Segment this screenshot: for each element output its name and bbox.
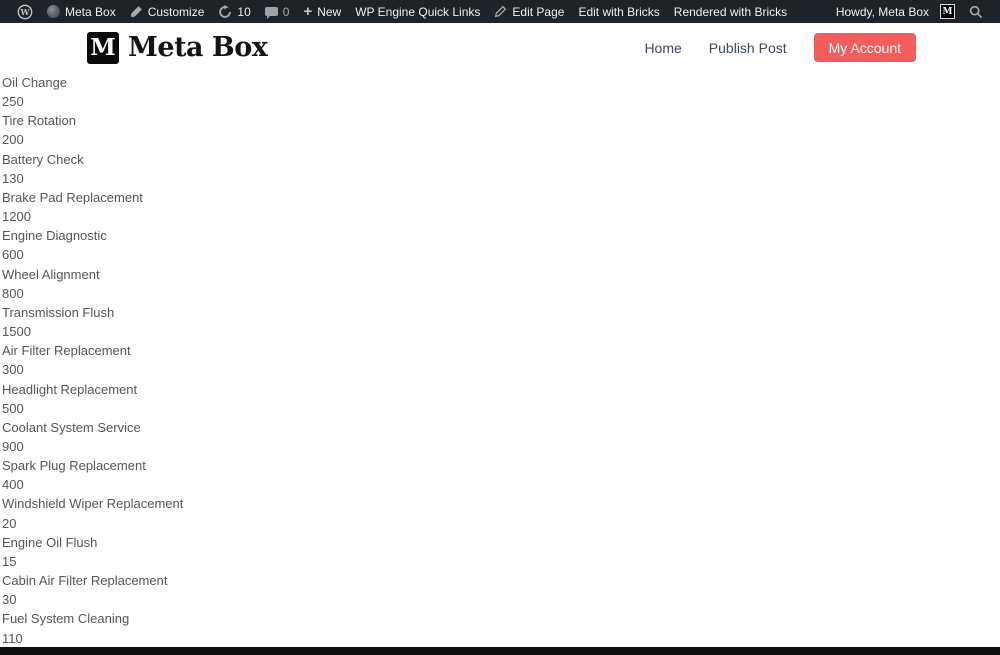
service-name: Coolant System Service <box>2 418 1000 437</box>
footer-bar <box>0 647 1000 655</box>
site-header: M Meta Box Home Publish Post My Account <box>0 23 1000 72</box>
edit-with-bricks-label: Edit with Bricks <box>578 5 659 19</box>
service-price: 800 <box>2 284 1000 303</box>
edit-page-menu[interactable]: Edit Page <box>487 0 571 23</box>
updates-count: 10 <box>237 5 250 19</box>
logo-text: Meta Box <box>128 32 267 63</box>
wordpress-logo-icon: W <box>17 4 33 20</box>
service-price: 30 <box>2 590 1000 609</box>
comments-count: 0 <box>283 5 290 19</box>
service-name: Engine Oil Flush <box>2 533 1000 552</box>
wp-admin-bar: W Meta Box Customize 10 0 + New W <box>0 0 1000 23</box>
customize-menu[interactable]: Customize <box>123 0 212 23</box>
site-name-label: Meta Box <box>65 5 116 19</box>
update-arrows-icon <box>218 5 232 19</box>
svg-text:W: W <box>20 6 31 16</box>
service-price: 250 <box>2 92 1000 111</box>
site-favicon-icon <box>47 5 60 18</box>
admin-search-button[interactable] <box>962 5 990 19</box>
rendered-with-bricks-label: Rendered with Bricks <box>674 5 787 19</box>
services-list: Oil Change250Tire Rotation200Battery Che… <box>0 72 1000 647</box>
service-price: 15 <box>2 552 1000 571</box>
search-icon <box>969 5 983 19</box>
service-name: Transmission Flush <box>2 303 1000 322</box>
service-name: Air Filter Replacement <box>2 341 1000 360</box>
service-name: Fuel System Cleaning <box>2 609 1000 628</box>
service-name: Windshield Wiper Replacement <box>2 494 1000 513</box>
rendered-with-bricks-menu[interactable]: Rendered with Bricks <box>667 0 794 23</box>
edit-with-bricks-menu[interactable]: Edit with Bricks <box>571 0 666 23</box>
wp-logo-menu[interactable]: W <box>10 0 40 23</box>
nav-home-link[interactable]: Home <box>644 40 681 56</box>
customize-label: Customize <box>148 5 205 19</box>
my-account-menu[interactable]: Howdy, Meta Box M <box>829 4 962 19</box>
pencil-icon <box>494 5 507 18</box>
service-price: 130 <box>2 169 1000 188</box>
service-price: 20 <box>2 514 1000 533</box>
service-name: Tire Rotation <box>2 111 1000 130</box>
service-name: Cabin Air Filter Replacement <box>2 571 1000 590</box>
admin-bar-right: Howdy, Meta Box M <box>829 4 990 19</box>
site-logo[interactable]: M Meta Box <box>87 32 267 64</box>
logo-m-icon: M <box>87 32 119 64</box>
brush-icon <box>130 5 143 18</box>
plus-icon: + <box>303 4 312 19</box>
new-label: New <box>317 5 341 19</box>
service-name: Spark Plug Replacement <box>2 456 1000 475</box>
service-price: 400 <box>2 475 1000 494</box>
my-account-button[interactable]: My Account <box>814 33 916 62</box>
service-price: 600 <box>2 245 1000 264</box>
wp-engine-quick-links-menu[interactable]: WP Engine Quick Links <box>348 0 487 23</box>
main-nav: Home Publish Post My Account <box>644 33 916 62</box>
edit-page-label: Edit Page <box>512 5 564 19</box>
service-price: 1500 <box>2 322 1000 341</box>
new-content-menu[interactable]: + New <box>296 0 348 23</box>
service-price: 110 <box>2 629 1000 647</box>
comments-menu[interactable]: 0 <box>258 0 297 23</box>
service-price: 200 <box>2 130 1000 149</box>
nav-publish-post-link[interactable]: Publish Post <box>709 40 787 56</box>
comment-bubble-icon <box>265 7 278 16</box>
service-price: 900 <box>2 437 1000 456</box>
service-name: Headlight Replacement <box>2 380 1000 399</box>
wp-engine-label: WP Engine Quick Links <box>355 5 480 19</box>
service-name: Wheel Alignment <box>2 265 1000 284</box>
service-name: Battery Check <box>2 150 1000 169</box>
service-name: Brake Pad Replacement <box>2 188 1000 207</box>
avatar: M <box>940 4 955 19</box>
service-price: 300 <box>2 360 1000 379</box>
updates-menu[interactable]: 10 <box>211 0 257 23</box>
service-name: Oil Change <box>2 73 1000 92</box>
site-name-menu[interactable]: Meta Box <box>40 0 123 23</box>
service-name: Engine Diagnostic <box>2 226 1000 245</box>
service-price: 1200 <box>2 207 1000 226</box>
service-price: 500 <box>2 399 1000 418</box>
howdy-label: Howdy, Meta Box <box>836 5 929 19</box>
